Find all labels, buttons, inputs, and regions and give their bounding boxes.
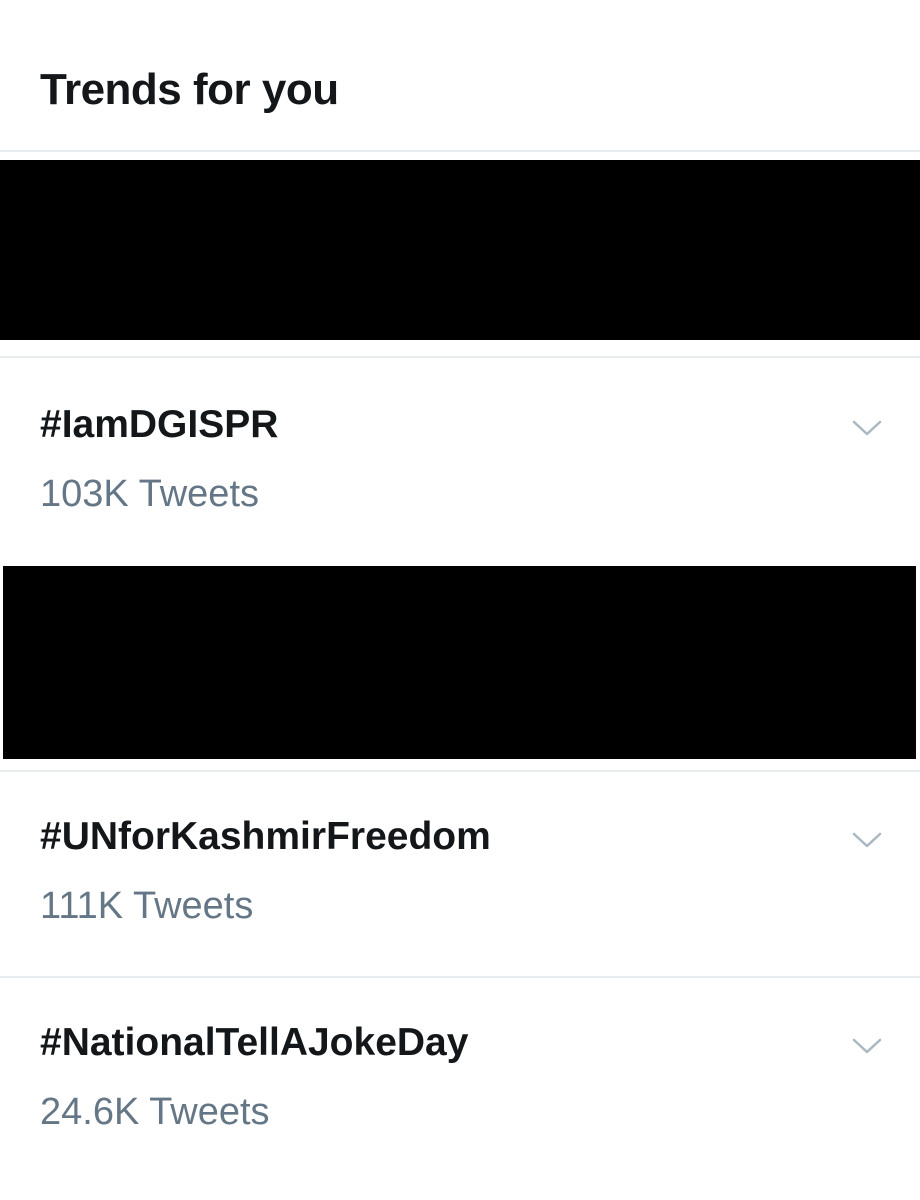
trend-tweet-count: 111K Tweets — [40, 885, 254, 927]
trend-name[interactable]: #IamDGISPR — [40, 403, 278, 447]
divider — [0, 150, 920, 152]
trend-name[interactable]: #UNforKashmirFreedom — [40, 815, 491, 859]
trend-tweet-count: 103K Tweets — [40, 473, 260, 515]
trend-item[interactable]: #IamDGISPR 103K Tweets — [0, 358, 920, 558]
trend-item[interactable]: #NationalTellAJokeDay 24.6K Tweets — [0, 978, 920, 1200]
chevron-down-icon[interactable] — [850, 416, 884, 440]
trend-item[interactable]: #UNforKashmirFreedom 111K Tweets — [0, 772, 920, 976]
chevron-down-icon[interactable] — [850, 1034, 884, 1058]
trends-header: Trends for you — [0, 0, 920, 152]
redacted-trend — [3, 566, 916, 759]
redacted-trend — [0, 160, 920, 340]
page-title: Trends for you — [40, 65, 339, 114]
trend-tweet-count: 24.6K Tweets — [40, 1091, 270, 1133]
chevron-down-icon[interactable] — [850, 828, 884, 852]
trend-name[interactable]: #NationalTellAJokeDay — [40, 1021, 468, 1065]
